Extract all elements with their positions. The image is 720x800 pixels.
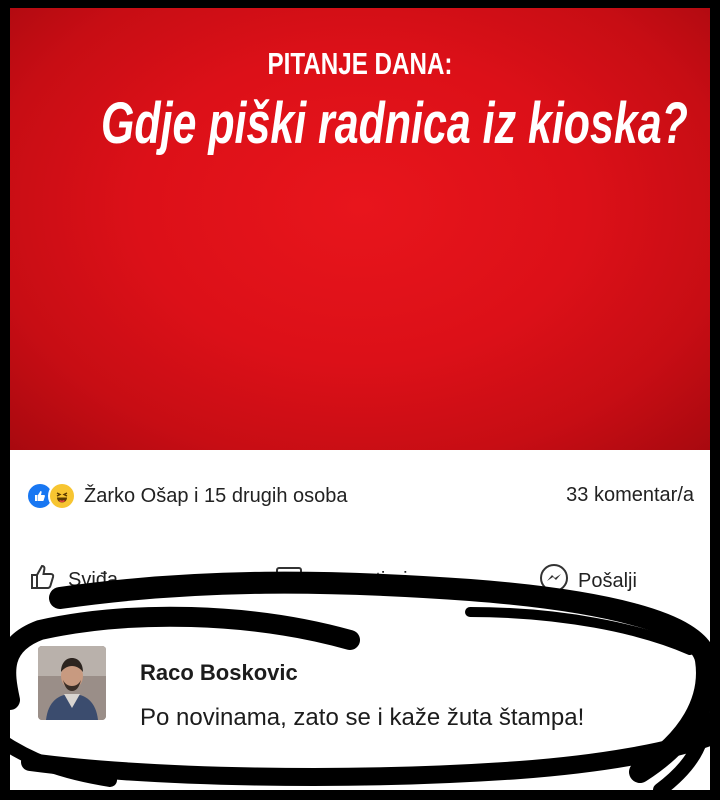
post-footer: Žarko Ošap i 15 drugih osoba 33 komentar… bbox=[10, 450, 710, 790]
send-button[interactable]: Pošalji bbox=[538, 562, 637, 600]
like-button[interactable]: Sviđa bbox=[28, 562, 118, 598]
comment-label: Komentiraj bbox=[312, 568, 408, 591]
comment-button[interactable]: Komentiraj bbox=[274, 562, 408, 598]
reactions-summary[interactable]: Žarko Ošap i 15 drugih osoba bbox=[26, 482, 348, 510]
post-kicker: PITANJE DANA: bbox=[267, 46, 453, 81]
post-actions: Sviđa Komentiraj Pošalji bbox=[10, 562, 710, 610]
thumbs-up-icon bbox=[28, 562, 58, 598]
like-label: Sviđa bbox=[68, 568, 119, 591]
haha-icon bbox=[48, 482, 76, 510]
comment-text: Po novinama, zato se i kaže žuta štampa! bbox=[140, 704, 585, 731]
messenger-icon bbox=[538, 562, 570, 600]
post-headline: Gdje piški radnica iz kioska? bbox=[101, 91, 688, 156]
post-image[interactable]: PITANJE DANA: Gdje piški radnica iz kios… bbox=[10, 8, 710, 450]
comments-count-link[interactable]: 33 komentar/a bbox=[566, 484, 694, 507]
send-label: Pošalji bbox=[578, 569, 637, 592]
reaction-summary-text: Žarko Ošap i 15 drugih osoba bbox=[84, 484, 348, 507]
comment-bubble-icon bbox=[274, 562, 304, 598]
comment: Raco Boskovic Po novinama, zato se i kaž… bbox=[10, 628, 710, 790]
comment-author[interactable]: Raco Boskovic bbox=[140, 660, 298, 686]
avatar[interactable] bbox=[38, 646, 106, 720]
